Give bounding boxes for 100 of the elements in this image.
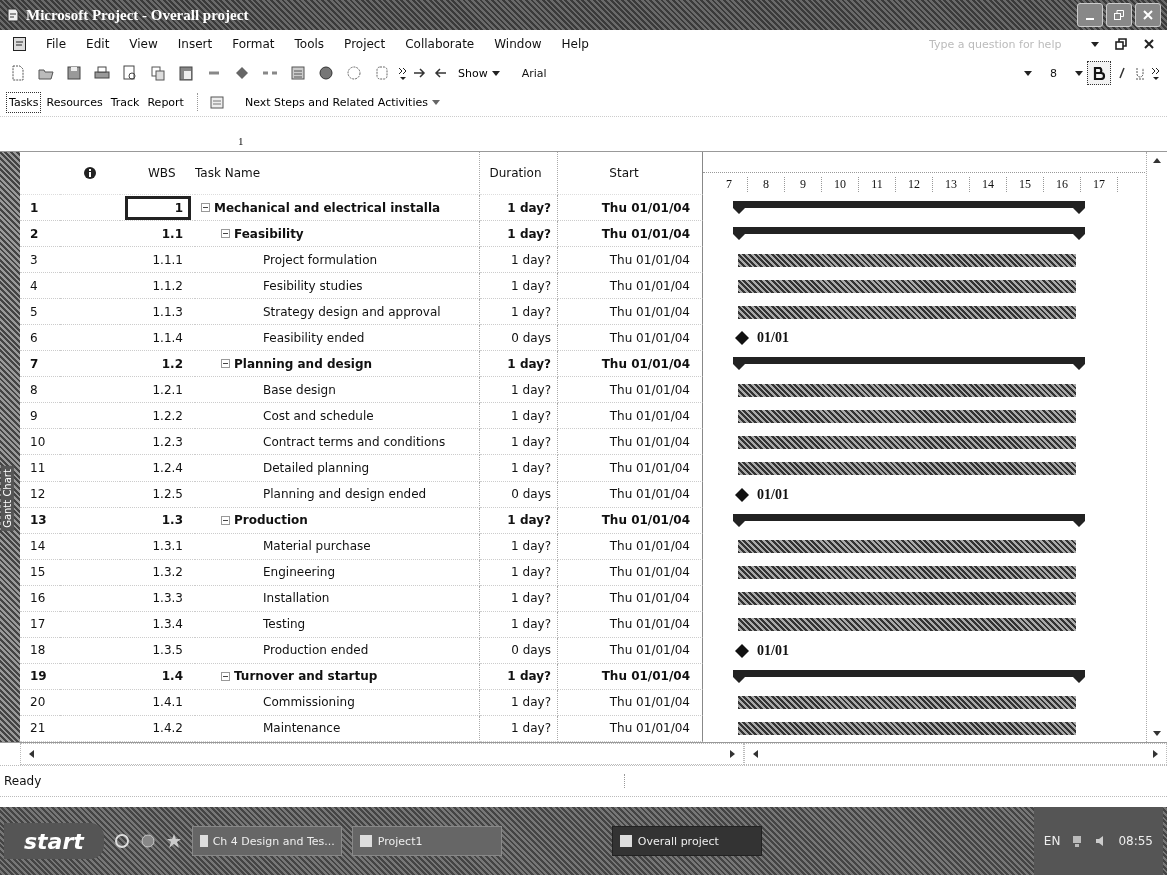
font-size-field[interactable]: 8 xyxy=(1036,64,1071,82)
menu-item[interactable]: File xyxy=(38,35,75,53)
row-number[interactable]: 21 xyxy=(30,721,46,736)
dropdown-arrow-icon[interactable] xyxy=(1024,69,1032,77)
row-number[interactable]: 16 xyxy=(30,591,46,606)
menu-item[interactable]: Edit xyxy=(78,35,118,53)
column-header[interactable]: Task Name xyxy=(195,166,261,180)
view-tab[interactable]: Tasks xyxy=(6,91,42,113)
menu-item[interactable]: Format xyxy=(224,35,283,53)
task-bar[interactable] xyxy=(738,305,1076,319)
menu-item[interactable]: Collaborate xyxy=(397,35,483,53)
indent-icon[interactable] xyxy=(412,66,428,80)
wbs-cell[interactable]: 1 xyxy=(125,195,191,220)
wbs-cell[interactable]: 1.1.4 xyxy=(125,325,191,350)
row-number[interactable]: 3 xyxy=(30,252,38,267)
view-tab[interactable]: Report xyxy=(144,91,187,113)
menu-item[interactable]: Window xyxy=(486,35,550,53)
view-tab[interactable]: Track xyxy=(107,91,143,113)
language-indicator[interactable]: EN xyxy=(1043,834,1061,848)
wbs-cell[interactable]: 1.3 xyxy=(125,508,191,533)
minimize-button[interactable] xyxy=(1077,3,1103,27)
row-number[interactable]: 18 xyxy=(30,643,46,658)
row-number[interactable]: 19 xyxy=(30,669,47,684)
row-number[interactable]: 11 xyxy=(30,461,46,475)
start-button[interactable]: start xyxy=(4,823,104,859)
taskbar-button[interactable]: Overall project xyxy=(611,826,762,856)
summary-bar[interactable] xyxy=(733,201,1085,215)
row-number[interactable]: 12 xyxy=(30,487,46,502)
wbs-cell[interactable]: 1.1 xyxy=(125,221,191,246)
guide-dropdown[interactable]: Next Steps and Related Activities xyxy=(238,93,446,111)
collapse-icon[interactable] xyxy=(221,359,230,369)
scroll-left-icon[interactable] xyxy=(27,749,35,759)
row-number[interactable]: 14 xyxy=(30,539,46,554)
task-bar[interactable] xyxy=(738,253,1076,267)
close-icon[interactable] xyxy=(1143,38,1155,50)
dropdown-arrow-icon[interactable] xyxy=(1075,69,1083,77)
wbs-cell[interactable]: 1.1.2 xyxy=(125,273,191,298)
milestone-icon[interactable] xyxy=(735,487,749,502)
menu-item[interactable]: Project xyxy=(336,35,394,53)
wbs-cell[interactable]: 1.2 xyxy=(125,351,191,376)
taskbar-button[interactable]: Ch 4 Design and Tes... xyxy=(191,826,342,856)
show-button[interactable]: Show xyxy=(452,64,506,82)
task-bar[interactable] xyxy=(738,462,1076,475)
more-icon[interactable] xyxy=(398,66,408,80)
row-number[interactable]: 20 xyxy=(30,695,46,710)
taskbar-button[interactable]: Project1 xyxy=(351,826,502,856)
wbs-cell[interactable]: 1.2.4 xyxy=(125,456,191,480)
wbs-cell[interactable]: 1.3.1 xyxy=(125,534,191,559)
task-bar[interactable] xyxy=(738,383,1076,397)
task-bar[interactable] xyxy=(738,618,1076,632)
wbs-cell[interactable]: 1.2.3 xyxy=(125,429,191,454)
row-number[interactable]: 6 xyxy=(30,330,38,345)
wbs-cell[interactable]: 1.1.3 xyxy=(125,299,191,324)
wbs-cell[interactable]: 1.3.2 xyxy=(125,560,191,585)
task-bar[interactable] xyxy=(738,409,1076,423)
scroll-down-icon[interactable] xyxy=(1152,730,1162,738)
view-tab[interactable]: Resources xyxy=(43,91,106,113)
column-header[interactable]: WBS xyxy=(148,166,176,180)
wbs-cell[interactable]: 1.4.1 xyxy=(125,690,191,715)
summary-bar[interactable] xyxy=(733,227,1085,242)
task-bar[interactable] xyxy=(738,592,1076,606)
wbs-cell[interactable]: 1.1.1 xyxy=(125,247,191,272)
entry-field[interactable]: 1 xyxy=(238,135,244,147)
wbs-cell[interactable]: 1.2.1 xyxy=(125,377,191,402)
wbs-cell[interactable]: 1.3.5 xyxy=(125,638,191,663)
wbs-cell[interactable]: 1.3.3 xyxy=(125,586,191,611)
wbs-cell[interactable]: 1.2.2 xyxy=(125,403,191,428)
summary-bar[interactable] xyxy=(733,669,1085,684)
row-number[interactable]: 10 xyxy=(30,434,46,449)
row-number[interactable]: 17 xyxy=(30,617,46,632)
scroll-right-icon[interactable] xyxy=(729,749,737,759)
summary-bar[interactable] xyxy=(733,513,1085,528)
task-bar[interactable] xyxy=(738,722,1076,736)
collapse-icon[interactable] xyxy=(221,515,230,525)
more-icon[interactable] xyxy=(1151,66,1161,80)
wbs-cell[interactable]: 1.4 xyxy=(125,664,191,689)
column-header[interactable]: Start xyxy=(609,166,639,180)
row-number[interactable]: 8 xyxy=(30,382,38,397)
menu-item[interactable]: Insert xyxy=(169,35,221,53)
summary-bar[interactable] xyxy=(733,357,1085,372)
menu-item[interactable]: Tools xyxy=(286,35,333,53)
horizontal-scrollbar[interactable] xyxy=(744,743,1167,765)
restore-icon[interactable] xyxy=(1115,38,1127,50)
calendar-icon[interactable] xyxy=(208,94,225,110)
task-bar[interactable] xyxy=(738,279,1076,293)
row-number[interactable]: 4 xyxy=(30,278,38,293)
scroll-left-icon[interactable] xyxy=(751,749,759,759)
close-button[interactable] xyxy=(1135,3,1161,27)
milestone-icon[interactable] xyxy=(735,331,749,346)
collapse-icon[interactable] xyxy=(201,203,210,212)
wbs-cell[interactable]: 1.2.5 xyxy=(125,482,191,507)
wbs-cell[interactable]: 1.3.4 xyxy=(125,612,191,637)
column-header[interactable]: Duration xyxy=(489,166,542,180)
collapse-icon[interactable] xyxy=(221,671,230,681)
collapse-icon[interactable] xyxy=(221,229,230,239)
horizontal-scrollbar[interactable] xyxy=(20,743,744,765)
row-number[interactable]: 1 xyxy=(30,200,39,215)
menu-item[interactable]: View xyxy=(121,35,166,53)
row-number[interactable]: 5 xyxy=(30,304,38,319)
restore-button[interactable] xyxy=(1106,3,1132,27)
